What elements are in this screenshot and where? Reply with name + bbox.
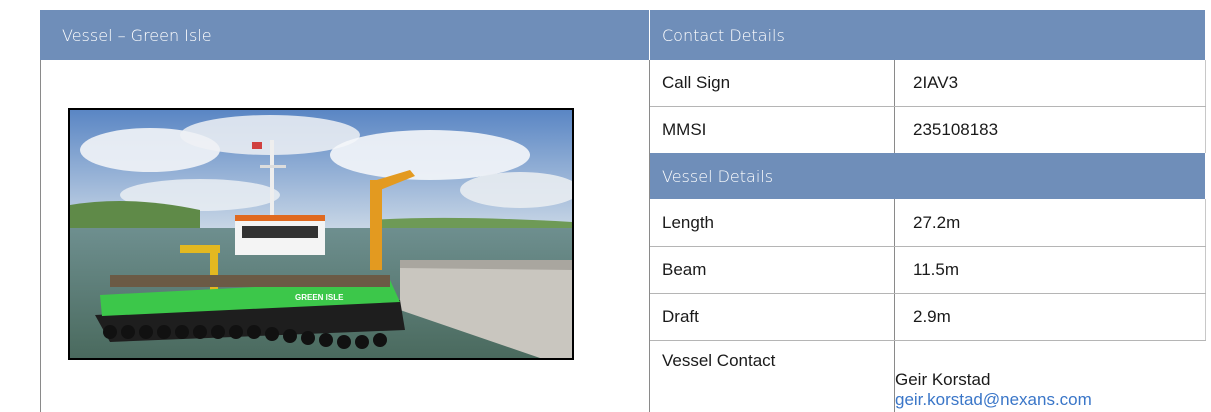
- mmsi-label: MMSI: [662, 120, 707, 139]
- length-label: Length: [662, 213, 714, 232]
- contact-details-header: Contact Details: [650, 10, 1205, 60]
- beam-label-cell: Beam: [650, 247, 895, 293]
- vessel-title: Vessel – Green Isle: [62, 25, 212, 45]
- right-table-left-border: [649, 60, 650, 412]
- row-divider: [650, 340, 1206, 341]
- vessel-photo: GREEN ISLE: [68, 108, 574, 360]
- vessel-details-header: Vessel Details: [650, 153, 1205, 199]
- length-value: 27.2m: [913, 213, 961, 232]
- right-table-right-border-bottom: [1205, 199, 1206, 341]
- row-divider: [650, 246, 1206, 247]
- call-sign-label-cell: Call Sign: [650, 60, 895, 106]
- call-sign-label: Call Sign: [662, 73, 731, 92]
- beam-label: Beam: [662, 260, 707, 279]
- vessel-details-title: Vessel Details: [662, 166, 774, 186]
- vessel-contact-label-cell: Vessel Contact: [650, 341, 895, 412]
- vessel-contact-value-cell: Geir Korstad geir.korstad@nexans.com: [895, 341, 1205, 412]
- row-divider: [650, 106, 1206, 107]
- row-divider: [650, 293, 1206, 294]
- mmsi-value: 235108183: [913, 120, 999, 139]
- beam-value-cell: 11.5m: [895, 247, 1205, 293]
- call-sign-value: 2IAV3: [913, 73, 959, 92]
- call-sign-value-cell: 2IAV3: [895, 60, 1205, 106]
- length-label-cell: Length: [650, 200, 895, 246]
- contact-details-title: Contact Details: [662, 25, 785, 45]
- draft-value-cell: 2.9m: [895, 294, 1205, 340]
- vessel-title-header: Vessel – Green Isle: [40, 10, 649, 60]
- draft-label: Draft: [662, 307, 699, 326]
- vessel-contact-label: Vessel Contact: [662, 351, 776, 370]
- mmsi-label-cell: MMSI: [650, 107, 895, 153]
- mmsi-value-cell: 235108183: [895, 107, 1205, 153]
- left-panel-border: [40, 60, 41, 412]
- draft-label-cell: Draft: [650, 294, 895, 340]
- length-value-cell: 27.2m: [895, 200, 1205, 246]
- vessel-contact-email-link[interactable]: geir.korstad@nexans.com: [895, 390, 1092, 410]
- vessel-contact-name: Geir Korstad: [895, 370, 991, 389]
- hull-lettering: GREEN ISLE: [295, 293, 344, 302]
- draft-value: 2.9m: [913, 307, 951, 326]
- beam-value: 11.5m: [913, 260, 959, 279]
- column-divider-bottom: [894, 199, 895, 412]
